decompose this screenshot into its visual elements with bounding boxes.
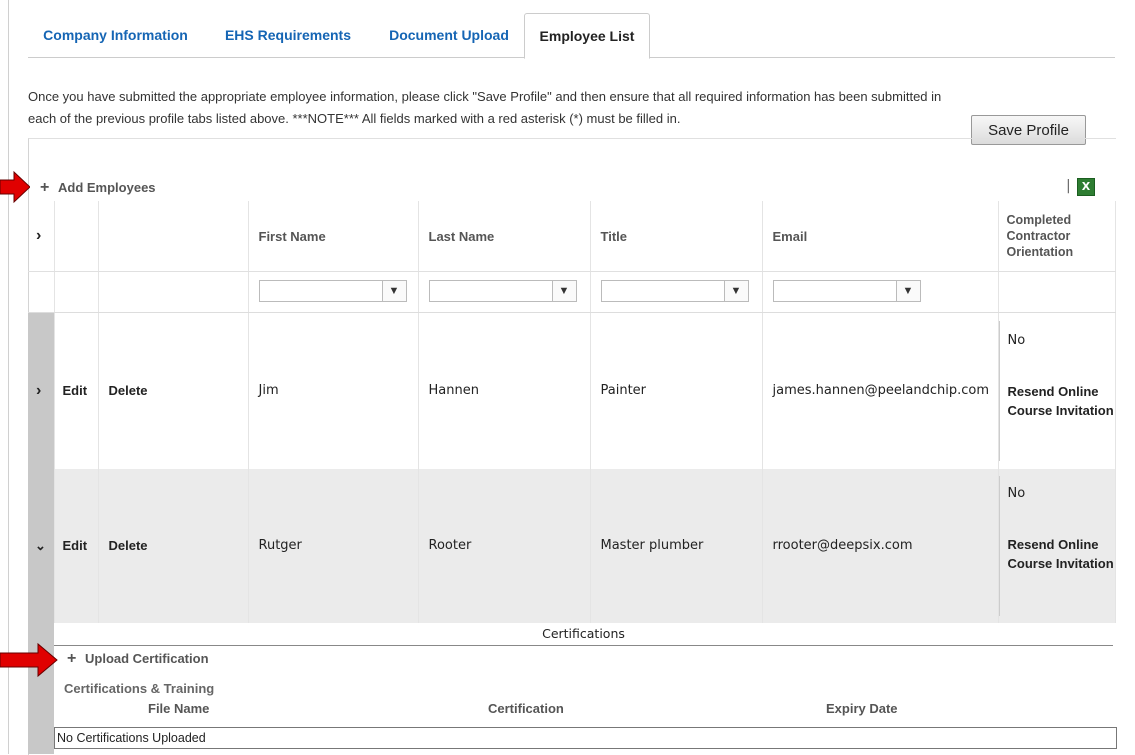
resend-invitation-link[interactable]: Resend Online Course Invitation [1008,535,1115,573]
edit-link[interactable]: Edit [54,312,99,469]
add-employees-label: Add Employees [58,180,156,195]
header-orientation[interactable]: Completed Contractor Orientation [998,201,1116,272]
expand-all-cell[interactable]: › [28,201,55,272]
email-filter-input[interactable] [772,279,897,302]
header-email[interactable]: Email [762,201,999,272]
last-name-filter-input[interactable] [428,279,553,302]
orientation-value: No [1007,332,1026,348]
header-row: › First Name Last Name Title Email Compl… [28,201,1116,272]
title-cell: Painter [590,312,763,469]
header-edit [54,201,99,272]
last-name-cell: Rooter [418,468,591,623]
delete-link[interactable]: Delete [98,312,249,469]
filter-icon[interactable]: ▼ [552,279,577,302]
tab-bar: Company Information EHS Requirements Doc… [28,13,1115,59]
resend-invitation-link[interactable]: Resend Online Course Invitation [1008,382,1115,420]
instructions-text: Once you have submitted the appropriate … [28,89,942,126]
left-border [8,0,9,754]
filter-icon[interactable]: ▼ [724,279,749,302]
tab-employee-list[interactable]: Employee List [524,13,650,59]
email-cell: james.hannen@peelandchip.com [762,312,999,469]
excel-export-icon[interactable]: X [1077,178,1095,196]
header-file-name[interactable]: File Name [148,701,209,716]
delete-link[interactable]: Delete [98,468,249,623]
red-arrow-icon [0,170,30,204]
orientation-value: No [1007,485,1026,501]
header-expiry-date[interactable]: Expiry Date [826,701,898,716]
upload-certification-label: Upload Certification [85,651,209,666]
tab-company-information[interactable]: Company Information [28,13,203,57]
table-row: › Edit Delete Jim Hannen Painter james.h… [28,312,1116,469]
red-arrow-icon [0,642,58,678]
title-filter-input[interactable] [600,279,725,302]
filter-icon[interactable]: ▼ [382,279,407,302]
row-detail-panel: Certifications + Upload Certification Cer… [28,623,1117,754]
filter-row: ▼ ▼ ▼ ▼ [28,271,1116,313]
first-name-filter-input[interactable] [258,279,383,302]
chevron-down-icon: ⌄ [35,537,46,553]
employee-table: › First Name Last Name Title Email Compl… [28,201,1116,623]
email-cell: rrooter@deepsix.com [762,468,999,623]
certifications-title: Certifications [54,623,1113,646]
expand-row-cell[interactable]: › [28,312,55,469]
plus-icon: + [40,179,50,196]
tab-ehs-requirements[interactable]: EHS Requirements [208,13,368,57]
last-name-cell: Hannen [418,312,591,469]
edit-link[interactable]: Edit [54,468,99,623]
title-cell: Master plumber [590,468,763,623]
plus-icon: + [67,650,77,667]
first-name-cell: Jim [248,312,419,469]
chevron-right-icon: › [36,227,42,244]
header-title[interactable]: Title [590,201,763,272]
header-certification[interactable]: Certification [488,701,564,716]
tab-document-upload[interactable]: Document Upload [373,13,525,57]
collapse-row-cell[interactable]: ⌄ [28,468,55,623]
first-name-cell: Rutger [248,468,419,623]
certifications-section-label: Certifications & Training [64,681,215,696]
certifications-header: Certifications & Training File Name Cert… [54,673,1135,727]
add-employees-button[interactable]: + Add Employees [40,178,156,198]
table-row: ⌄ Edit Delete Rutger Rooter Master plumb… [28,468,1116,623]
header-first-name[interactable]: First Name [248,201,419,272]
certifications-empty-row: No Certifications Uploaded [54,727,1117,749]
header-last-name[interactable]: Last Name [418,201,591,272]
upload-certification-button[interactable]: + Upload Certification [67,649,209,669]
toolbar-separator: | [1066,178,1071,194]
chevron-right-icon: › [36,381,42,399]
filter-icon[interactable]: ▼ [896,279,921,302]
header-delete [98,201,249,272]
